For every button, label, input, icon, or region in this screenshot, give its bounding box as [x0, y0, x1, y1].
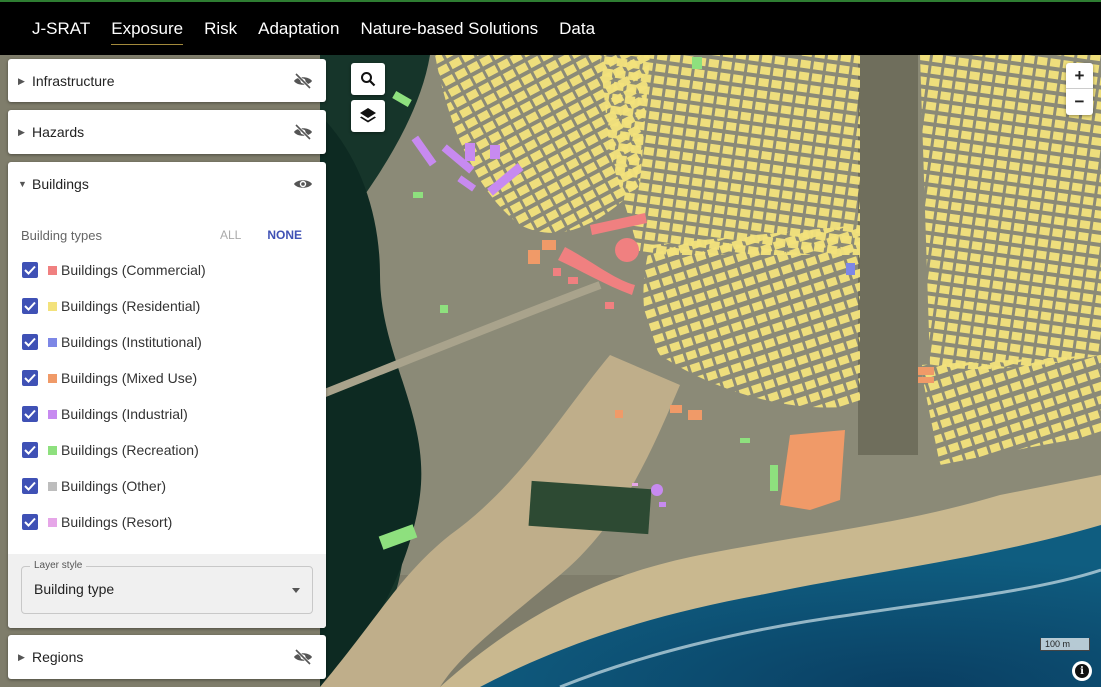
- layers-icon: [360, 108, 376, 123]
- color-swatch: [48, 373, 57, 383]
- building-type-recreation[interactable]: Buildings (Recreation): [8, 432, 326, 468]
- nav-tab-adaptation[interactable]: Adaptation: [258, 13, 339, 45]
- layer-style-value: Building type: [34, 581, 115, 597]
- map-search-button[interactable]: [351, 63, 385, 95]
- color-swatch: [48, 409, 57, 419]
- select-all-button[interactable]: ALL: [220, 228, 241, 242]
- eye-off-icon[interactable]: [292, 646, 314, 668]
- building-type-label: Buildings (Other): [61, 478, 167, 494]
- color-swatch: [48, 481, 57, 491]
- building-type-label: Buildings (Residential): [61, 298, 201, 314]
- color-swatch: [48, 265, 57, 275]
- zoom-out-button[interactable]: −: [1066, 89, 1093, 115]
- building-type-list: Buildings (Commercial) Buildings (Reside…: [8, 252, 326, 540]
- panel-title: Hazards: [32, 124, 85, 140]
- panel-title: Regions: [32, 649, 84, 665]
- panel-hazards-header[interactable]: ▶ Hazards: [8, 110, 326, 154]
- checkbox-checked-icon[interactable]: [22, 514, 38, 530]
- building-types-label: Building types: [21, 227, 102, 243]
- building-type-label: Buildings (Mixed Use): [61, 370, 198, 386]
- eye-icon[interactable]: [292, 173, 314, 195]
- select-none-button[interactable]: NONE: [267, 228, 302, 242]
- caret-right-icon: ▶: [18, 126, 25, 137]
- building-type-residential[interactable]: Buildings (Residential): [8, 288, 326, 324]
- color-swatch: [48, 337, 57, 347]
- caret-down-icon: ▼: [18, 179, 27, 189]
- dropdown-arrow-icon: [292, 588, 300, 593]
- nav-tab-risk[interactable]: Risk: [204, 13, 237, 45]
- building-type-label: Buildings (Commercial): [61, 262, 206, 278]
- map-scale-bar: 100 m: [1040, 638, 1090, 651]
- panel-title: Infrastructure: [32, 73, 115, 89]
- panel-infrastructure: ▶ Infrastructure: [8, 59, 326, 102]
- layer-style-section: Layer style Building type: [8, 554, 326, 628]
- checkbox-checked-icon[interactable]: [22, 370, 38, 386]
- color-swatch: [48, 445, 57, 455]
- building-type-label: Buildings (Industrial): [61, 406, 188, 422]
- panel-infrastructure-header[interactable]: ▶ Infrastructure: [8, 59, 326, 103]
- panel-buildings-header[interactable]: ▼ Buildings: [8, 162, 326, 206]
- panel-regions-header[interactable]: ▶ Regions: [8, 635, 326, 679]
- nav-tab-exposure[interactable]: Exposure: [111, 13, 183, 45]
- panel-buildings: ▼ Buildings Building types ALL NONE Buil…: [8, 162, 326, 628]
- panel-title: Buildings: [32, 176, 89, 192]
- building-type-label: Buildings (Institutional): [61, 334, 202, 350]
- checkbox-checked-icon[interactable]: [22, 334, 38, 350]
- checkbox-checked-icon[interactable]: [22, 262, 38, 278]
- zoom-in-button[interactable]: +: [1066, 63, 1093, 89]
- checkbox-checked-icon[interactable]: [22, 406, 38, 422]
- panel-regions: ▶ Regions: [8, 635, 326, 679]
- building-type-label: Buildings (Recreation): [61, 442, 199, 458]
- layer-style-select[interactable]: Layer style Building type: [21, 560, 313, 614]
- top-navigation-bar: J-SRAT Exposure Risk Adaptation Nature-b…: [0, 0, 1101, 55]
- color-swatch: [48, 301, 57, 311]
- info-icon: i: [1075, 664, 1089, 678]
- nav-tab-data[interactable]: Data: [559, 13, 595, 45]
- layer-style-legend: Layer style: [30, 560, 87, 571]
- building-type-industrial[interactable]: Buildings (Industrial): [8, 396, 326, 432]
- color-swatch: [48, 517, 57, 527]
- zoom-control: + −: [1066, 63, 1093, 115]
- building-type-other[interactable]: Buildings (Other): [8, 468, 326, 504]
- search-icon: [361, 72, 376, 87]
- building-type-institutional[interactable]: Buildings (Institutional): [8, 324, 326, 360]
- nav-tab-nature-based-solutions[interactable]: Nature-based Solutions: [360, 13, 538, 45]
- caret-right-icon: ▶: [18, 651, 25, 662]
- map-info-button[interactable]: i: [1072, 661, 1092, 681]
- building-type-mixed-use[interactable]: Buildings (Mixed Use): [8, 360, 326, 396]
- building-type-resort[interactable]: Buildings (Resort): [8, 504, 326, 540]
- checkbox-checked-icon[interactable]: [22, 298, 38, 314]
- eye-off-icon[interactable]: [292, 70, 314, 92]
- caret-right-icon: ▶: [18, 75, 25, 86]
- checkbox-checked-icon[interactable]: [22, 478, 38, 494]
- building-types-header: Building types ALL NONE: [8, 218, 326, 252]
- map-layers-button[interactable]: [351, 100, 385, 132]
- brand-title[interactable]: J-SRAT: [32, 13, 90, 45]
- eye-off-icon[interactable]: [292, 121, 314, 143]
- panel-hazards: ▶ Hazards: [8, 110, 326, 154]
- building-type-label: Buildings (Resort): [61, 514, 173, 530]
- building-type-commercial[interactable]: Buildings (Commercial): [8, 252, 326, 288]
- checkbox-checked-icon[interactable]: [22, 442, 38, 458]
